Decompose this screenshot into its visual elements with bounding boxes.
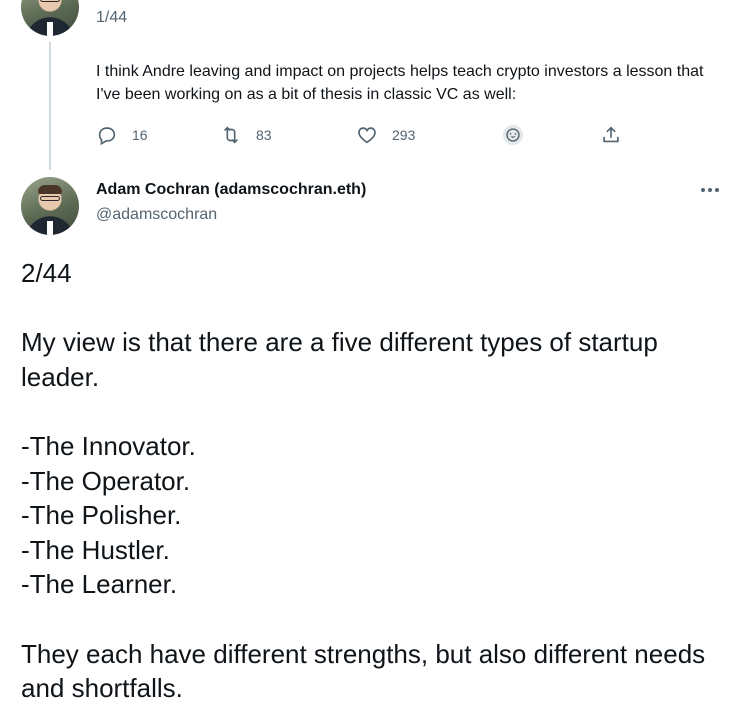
tweet-closing: They each have different strengths, but … <box>21 638 706 704</box>
tweet-action-bar: 16 83 293 <box>96 120 636 150</box>
retweet-button[interactable]: 83 <box>220 120 272 150</box>
author-handle[interactable]: @adamscochran <box>96 206 217 224</box>
leader-type-item: -The Learner. <box>21 569 178 600</box>
leader-type-item: -The Innovator. <box>21 430 196 461</box>
tweet-counter: 2/44 <box>21 258 72 288</box>
leader-type-item: -The Polisher. <box>21 500 182 531</box>
avatar[interactable] <box>21 0 79 36</box>
tweet-counter: 1/44 <box>96 9 128 26</box>
leader-type-item: -The Hustler. <box>21 534 170 565</box>
retweet-count: 83 <box>256 127 272 143</box>
avatar[interactable] <box>21 177 79 235</box>
share-icon <box>603 126 619 143</box>
reply-icon <box>98 127 116 146</box>
tweet-intro: My view is that there are a five differe… <box>21 327 658 392</box>
more-options-icon[interactable] <box>697 180 723 200</box>
thread-connector-line <box>49 42 51 170</box>
leader-type-item: -The Operator. <box>21 465 191 496</box>
reply-button[interactable]: 16 <box>96 120 148 150</box>
tweet-text: I think Andre leaving and impact on proj… <box>96 63 704 103</box>
heart-icon <box>358 127 376 144</box>
author-name[interactable]: Adam Cochran (adamscochran.eth) <box>96 181 366 199</box>
emoji-icon <box>502 124 524 146</box>
share-button[interactable] <box>600 120 622 150</box>
reply-count: 16 <box>132 127 148 143</box>
reaction-button[interactable] <box>502 120 524 150</box>
like-count: 293 <box>392 127 416 143</box>
retweet-icon <box>223 126 239 144</box>
like-button[interactable]: 293 <box>356 120 415 150</box>
tweet-body: 2/44 My view is that there are a five di… <box>21 256 721 706</box>
